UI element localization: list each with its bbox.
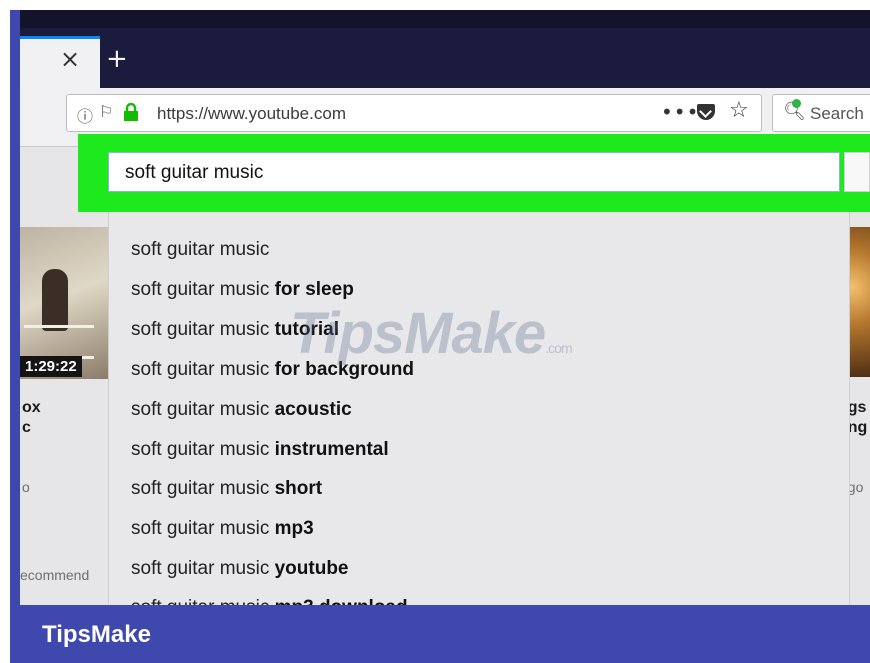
search-placeholder: Search	[810, 104, 864, 123]
brand-bar: TipsMake	[10, 605, 870, 663]
search-input-text: soft guitar music	[125, 162, 264, 183]
bookmark-star-icon[interactable]: ☆	[729, 98, 749, 123]
permissions-icon[interactable]: ⚐	[99, 102, 113, 121]
section-label-fragment: ecommend	[20, 567, 90, 583]
youtube-search-button[interactable]	[844, 152, 870, 192]
thumbnail-chair	[24, 325, 94, 359]
suggestion-item[interactable]: soft guitar music	[131, 239, 269, 279]
tab-strip-top	[20, 10, 870, 28]
suggestion-item[interactable]: soft guitar music acoustic	[131, 399, 352, 439]
address-bar[interactable]: ⓘ ⚐ https://www.youtube.com ••• ☆	[66, 94, 762, 132]
suggestion-item[interactable]: soft guitar music tutorial	[131, 319, 339, 359]
suggestion-item[interactable]: soft guitar music short	[131, 478, 322, 518]
browser-window: × + ⓘ ⚐ https://www.youtube.com ••• ☆ 🔍︎…	[20, 10, 870, 605]
active-tab[interactable]: ×	[20, 36, 100, 88]
search-icon: 🔍︎	[783, 99, 806, 122]
lock-icon	[123, 102, 139, 125]
close-icon[interactable]: ×	[60, 47, 80, 71]
thumbnail-figure	[42, 269, 68, 331]
new-tab-button[interactable]: +	[106, 46, 128, 72]
video-duration-badge: 1:29:22	[20, 356, 82, 377]
video-title-fragment[interactable]: ox	[22, 398, 41, 418]
suggestion-item[interactable]: soft guitar music mp3	[131, 518, 314, 558]
search-suggestions-dropdown: soft guitar music soft guitar music for …	[108, 212, 850, 605]
brand-logo-text: TipsMake	[42, 621, 151, 648]
video-meta-fragment: o	[22, 479, 30, 495]
suggestion-item[interactable]: soft guitar music for background	[131, 359, 414, 399]
url-text[interactable]: https://www.youtube.com	[157, 104, 346, 124]
video-title-fragment[interactable]: c	[22, 418, 31, 438]
suggestion-item[interactable]: soft guitar music instrumental	[131, 439, 389, 479]
suggestion-item[interactable]: soft guitar music mp3 download	[131, 597, 408, 605]
info-icon[interactable]: ⓘ	[77, 103, 93, 127]
suggestion-item[interactable]: soft guitar music youtube	[131, 558, 349, 598]
screenshot-frame: × + ⓘ ⚐ https://www.youtube.com ••• ☆ 🔍︎…	[10, 10, 870, 663]
browser-search-box[interactable]: 🔍︎ Search	[772, 94, 870, 132]
tab-strip: × +	[20, 10, 870, 88]
pocket-icon[interactable]	[697, 104, 715, 120]
youtube-search-input[interactable]: soft guitar music	[108, 152, 840, 192]
page-actions-menu[interactable]: •••	[661, 100, 699, 124]
suggestion-item[interactable]: soft guitar music for sleep	[131, 279, 354, 319]
